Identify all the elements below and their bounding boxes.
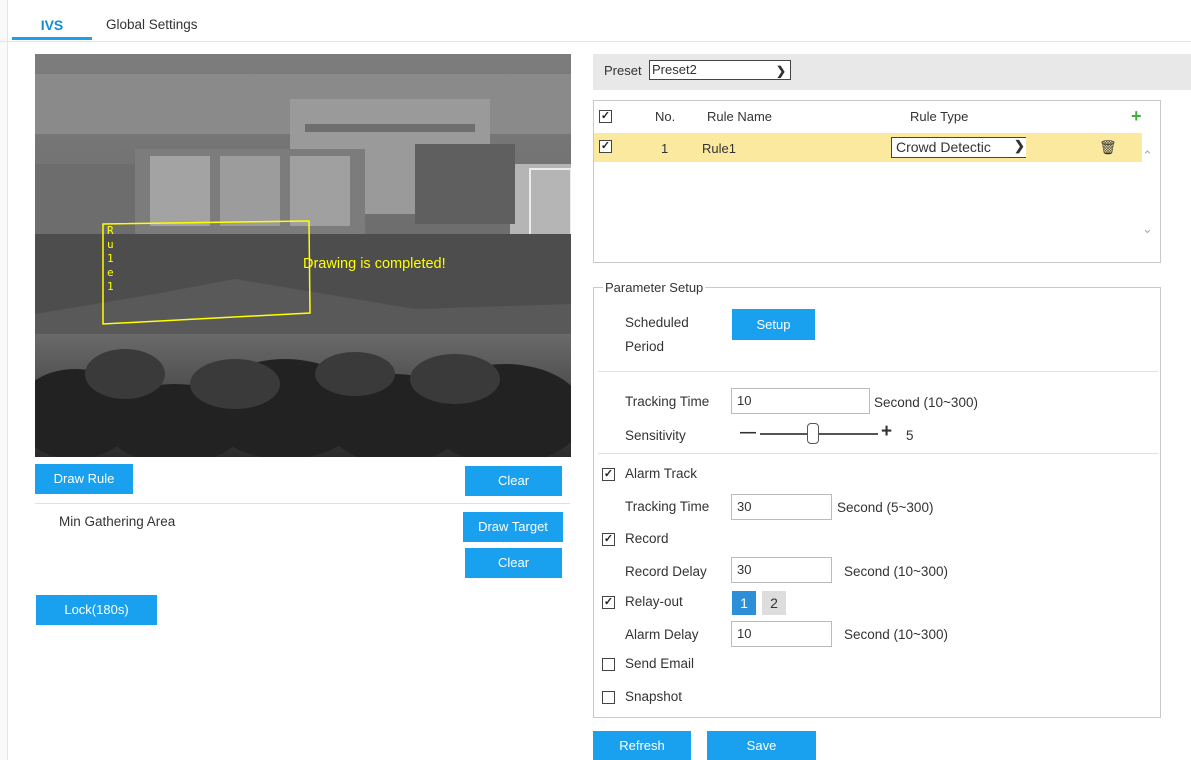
- rule-label-char: 1: [107, 252, 114, 265]
- tracking-time-input[interactable]: 10: [731, 388, 870, 414]
- parameter-setup-legend: Parameter Setup: [603, 280, 706, 295]
- snapshot-checkbox[interactable]: [602, 691, 615, 704]
- rule-table: ✓ No. Rule Name Rule Type + ✓ 1 Rule1 Cr…: [593, 100, 1161, 263]
- sensitivity-plus-icon[interactable]: +: [881, 421, 892, 443]
- rule-label: R u 1 e 1: [107, 224, 114, 294]
- select-all-checkbox[interactable]: ✓: [599, 110, 612, 123]
- sensitivity-value: 5: [906, 428, 914, 443]
- left-edge-strip: [0, 0, 8, 760]
- chevron-down-icon: ❯: [1014, 138, 1025, 153]
- rule-label-char: e: [107, 266, 114, 279]
- alarm-tracking-time-label: Tracking Time: [625, 499, 710, 514]
- scheduled-period-label-line1: Scheduled: [625, 315, 689, 330]
- scroll-up-icon[interactable]: ⌃: [1142, 148, 1153, 164]
- record-delay-unit: Second (10~300): [844, 564, 948, 579]
- preset-select[interactable]: Preset2 ❯: [649, 60, 791, 80]
- tab-divider: [0, 41, 1191, 42]
- rule-type-select[interactable]: Crowd Detectic: [891, 137, 1026, 158]
- record-delay-input[interactable]: 30: [731, 557, 832, 583]
- sensitivity-minus-icon[interactable]: —: [740, 424, 756, 442]
- column-no: No.: [655, 109, 676, 124]
- row-checkbox[interactable]: ✓: [599, 140, 612, 153]
- row-no: 1: [661, 141, 669, 156]
- relay-1-button[interactable]: 1: [732, 591, 756, 615]
- clear-target-button[interactable]: Clear: [465, 548, 562, 578]
- rule-label-char: R: [107, 224, 114, 237]
- save-button[interactable]: Save: [707, 731, 816, 760]
- table-row[interactable]: ✓ 1 Rule1 Crowd Detectic ❯ 🗑: [594, 133, 1142, 162]
- column-rule-type: Rule Type: [910, 109, 969, 124]
- alarm-delay-input[interactable]: 10: [731, 621, 832, 647]
- sensitivity-label: Sensitivity: [625, 428, 686, 443]
- add-rule-icon[interactable]: +: [1131, 100, 1142, 132]
- record-delay-label: Record Delay: [625, 564, 707, 579]
- draw-rule-button[interactable]: Draw Rule: [35, 464, 133, 494]
- video-preview[interactable]: R u 1 e 1 Drawing is completed!: [35, 54, 571, 457]
- divider: [598, 371, 1158, 372]
- scheduled-period-label-line2: Period: [625, 339, 665, 354]
- sensitivity-track: [760, 433, 878, 435]
- rule-label-char: u: [107, 238, 114, 251]
- alarm-tracking-time-unit: Second (5~300): [837, 500, 934, 515]
- tab-ivs[interactable]: IVS: [12, 10, 92, 40]
- preset-label: Preset: [604, 63, 642, 78]
- alarm-track-checkbox[interactable]: ✓: [602, 468, 615, 481]
- lock-button[interactable]: Lock(180s): [36, 595, 157, 625]
- trash-icon[interactable]: 🗑: [1099, 139, 1117, 156]
- preset-select-value: Preset2: [652, 62, 697, 77]
- setup-button[interactable]: Setup: [732, 309, 815, 340]
- tracking-time-unit: Second (10~300): [874, 395, 978, 410]
- alarm-tracking-time-input[interactable]: 30: [731, 494, 832, 520]
- divider: [598, 453, 1158, 454]
- record-label: Record: [625, 531, 669, 546]
- relay-out-label: Relay-out: [625, 594, 683, 609]
- tab-global-settings[interactable]: Global Settings: [106, 10, 198, 40]
- send-email-label: Send Email: [625, 656, 695, 671]
- refresh-button[interactable]: Refresh: [593, 731, 691, 760]
- alarm-delay-label: Alarm Delay: [625, 627, 699, 642]
- clear-rule-button[interactable]: Clear: [465, 466, 562, 496]
- rule-label-char: 1: [107, 280, 114, 293]
- tracking-time-label: Tracking Time: [625, 394, 710, 409]
- drawing-status-text: Drawing is completed!: [303, 256, 446, 272]
- rule-type-value: Crowd Detectic: [896, 139, 991, 155]
- scroll-down-icon[interactable]: ⌄: [1142, 221, 1153, 237]
- record-checkbox[interactable]: ✓: [602, 533, 615, 546]
- draw-target-button[interactable]: Draw Target: [463, 512, 563, 542]
- alarm-delay-unit: Second (10~300): [844, 627, 948, 642]
- rule-table-header: ✓ No. Rule Name Rule Type +: [594, 101, 1160, 133]
- send-email-checkbox[interactable]: [602, 658, 615, 671]
- relay-2-button[interactable]: 2: [762, 591, 786, 615]
- row-rule-name: Rule1: [702, 141, 736, 156]
- column-rule-name: Rule Name: [707, 109, 773, 124]
- relay-out-checkbox[interactable]: ✓: [602, 596, 615, 609]
- min-gathering-area-label: Min Gathering Area: [59, 514, 176, 529]
- divider: [35, 503, 570, 504]
- sensitivity-slider-handle[interactable]: [807, 423, 819, 444]
- alarm-track-label: Alarm Track: [625, 466, 698, 481]
- chevron-down-icon: ❯: [775, 64, 786, 78]
- snapshot-label: Snapshot: [625, 689, 683, 704]
